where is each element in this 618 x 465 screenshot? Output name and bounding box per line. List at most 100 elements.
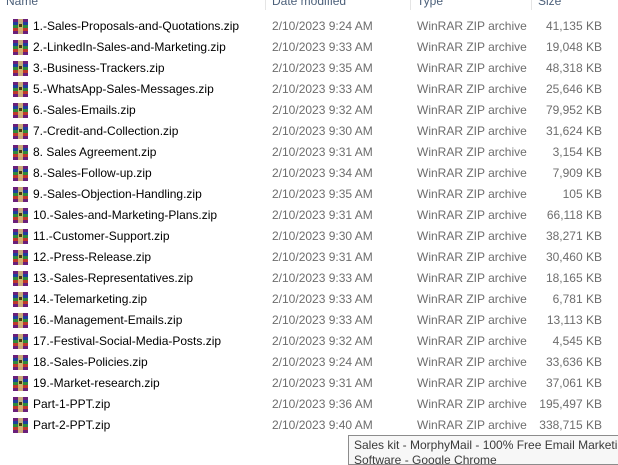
file-size: 6,781 KB (552, 292, 602, 306)
file-name: 10.-Sales-and-Marketing-Plans.zip (33, 208, 218, 222)
file-type: WinRAR ZIP archive (417, 82, 527, 96)
file-type: WinRAR ZIP archive (417, 124, 527, 138)
file-type: WinRAR ZIP archive (417, 397, 527, 411)
file-name: 8.-Sales-Follow-up.zip (33, 166, 152, 180)
file-date-modified: 2/10/2023 9:34 AM (272, 166, 373, 180)
file-name: Part-2-PPT.zip (33, 418, 111, 432)
file-size: 33,636 KB (545, 355, 602, 369)
file-name: 1.-Sales-Proposals-and-Quotations.zip (33, 19, 240, 33)
file-date-modified: 2/10/2023 9:40 AM (272, 418, 373, 432)
file-size: 4,545 KB (552, 334, 602, 348)
file-size: 79,952 KB (545, 103, 602, 117)
file-name: 11.-Customer-Support.zip (33, 229, 170, 243)
file-date-modified: 2/10/2023 9:31 AM (272, 250, 373, 264)
file-row[interactable]: 13.-Sales-Representatives.zip 2/10/2023 9… (0, 268, 618, 289)
column-header-bar: Name Date modified Type Size (0, 0, 618, 10)
file-size: 30,460 KB (545, 250, 602, 264)
column-header-size[interactable]: Size (531, 0, 618, 10)
file-size: 37,061 KB (545, 376, 602, 390)
file-date-modified: 2/10/2023 9:30 AM (272, 229, 373, 243)
file-date-modified: 2/10/2023 9:32 AM (272, 103, 373, 117)
file-date-modified: 2/10/2023 9:35 AM (272, 187, 373, 201)
winrar-archive-icon (12, 145, 29, 160)
winrar-archive-icon (12, 229, 29, 244)
file-type: WinRAR ZIP archive (417, 250, 527, 264)
file-name: 3.-Business-Trackers.zip (33, 61, 165, 75)
file-type: WinRAR ZIP archive (417, 208, 527, 222)
file-date-modified: 2/10/2023 9:36 AM (272, 397, 373, 411)
file-size: 38,271 KB (545, 229, 602, 243)
winrar-archive-icon (12, 313, 29, 328)
column-header-name[interactable]: Name (0, 0, 270, 10)
file-date-modified: 2/10/2023 9:33 AM (272, 292, 373, 306)
file-row[interactable]: Part-1-PPT.zip 2/10/2023 9:36 AM WinRAR ZI… (0, 394, 618, 415)
file-date-modified: 2/10/2023 9:30 AM (272, 124, 373, 138)
winrar-archive-icon (12, 250, 29, 265)
file-row[interactable]: 5.-WhatsApp-Sales-Messages.zip 2/10/2023 … (0, 79, 618, 100)
file-row[interactable]: 3.-Business-Trackers.zip 2/10/2023 9:35 A… (0, 58, 618, 79)
file-row[interactable]: 14.-Telemarketing.zip 2/10/2023 9:33 AM Wi… (0, 289, 618, 310)
file-row[interactable]: 11.-Customer-Support.zip 2/10/2023 9:30 A… (0, 226, 618, 247)
file-type: WinRAR ZIP archive (417, 313, 527, 327)
file-size: 48,318 KB (545, 61, 602, 75)
file-row[interactable]: 10.-Sales-and-Marketing-Plans.zip 2/10/20… (0, 205, 618, 226)
file-name: 8. Sales Agreement.zip (33, 145, 157, 159)
file-row[interactable]: 2.-LinkedIn-Sales-and-Marketing.zip 2/10/… (0, 37, 618, 58)
file-list: 1.-Sales-Proposals-and-Quotations.zip 2/1… (0, 16, 618, 436)
file-name: 17.-Festival-Social-Media-Posts.zip (33, 334, 222, 348)
file-row[interactable]: 17.-Festival-Social-Media-Posts.zip 2/10/… (0, 331, 618, 352)
file-name: 5.-WhatsApp-Sales-Messages.zip (33, 82, 214, 96)
file-row[interactable]: 6.-Sales-Emails.zip 2/10/2023 9:32 AM WinR… (0, 100, 618, 121)
file-date-modified: 2/10/2023 9:33 AM (272, 40, 373, 54)
file-size: 105 KB (562, 187, 602, 201)
file-name: 2.-LinkedIn-Sales-and-Marketing.zip (33, 40, 226, 54)
file-type: WinRAR ZIP archive (417, 145, 527, 159)
file-name: 9.-Sales-Objection-Handling.zip (33, 187, 202, 201)
winrar-archive-icon (12, 355, 29, 370)
file-row[interactable]: 8. Sales Agreement.zip 2/10/2023 9:31 AM W… (0, 142, 618, 163)
file-row[interactable]: 1.-Sales-Proposals-and-Quotations.zip 2/1… (0, 16, 618, 37)
file-row[interactable]: 12.-Press-Release.zip 2/10/2023 9:31 AM Wi… (0, 247, 618, 268)
file-date-modified: 2/10/2023 9:35 AM (272, 61, 373, 75)
file-row[interactable]: 18.-Sales-Policies.zip 2/10/2023 9:24 AM W… (0, 352, 618, 373)
file-size: 7,909 KB (552, 166, 602, 180)
file-date-modified: 2/10/2023 9:33 AM (272, 271, 373, 285)
file-row[interactable]: 9.-Sales-Objection-Handling.zip 2/10/2023… (0, 184, 618, 205)
file-type: WinRAR ZIP archive (417, 229, 527, 243)
winrar-archive-icon (12, 187, 29, 202)
file-row[interactable]: 8.-Sales-Follow-up.zip 2/10/2023 9:34 AM W… (0, 163, 618, 184)
file-size: 25,646 KB (545, 82, 602, 96)
file-date-modified: 2/10/2023 9:33 AM (272, 82, 373, 96)
file-size: 338,715 KB (539, 418, 602, 432)
file-size: 41,135 KB (545, 19, 602, 33)
winrar-archive-icon (12, 166, 29, 181)
taskbar-tooltip: Sales kit - MorphyMail - 100% Free Email… (348, 435, 618, 465)
file-type: WinRAR ZIP archive (417, 418, 527, 432)
file-size: 31,624 KB (545, 124, 602, 138)
file-row[interactable]: 7.-Credit-and-Collection.zip 2/10/2023 9:… (0, 121, 618, 142)
file-date-modified: 2/10/2023 9:31 AM (272, 208, 373, 222)
winrar-archive-icon (12, 397, 29, 412)
file-row[interactable]: 19.-Market-research.zip 2/10/2023 9:31 AM… (0, 373, 618, 394)
file-name: 6.-Sales-Emails.zip (33, 103, 136, 117)
winrar-archive-icon (12, 103, 29, 118)
column-header-type[interactable]: Type (410, 0, 537, 10)
file-date-modified: 2/10/2023 9:32 AM (272, 334, 373, 348)
winrar-archive-icon (12, 271, 29, 286)
file-type: WinRAR ZIP archive (417, 40, 527, 54)
file-size: 66,118 KB (546, 208, 602, 222)
file-row[interactable]: Part-2-PPT.zip 2/10/2023 9:40 AM WinRAR ZI… (0, 415, 618, 436)
file-name: 12.-Press-Release.zip (33, 250, 152, 264)
column-header-date-modified[interactable]: Date modified (265, 0, 416, 10)
file-size: 195,497 KB (539, 397, 602, 411)
tooltip-line-1: Sales kit - MorphyMail - 100% Free Email… (354, 438, 618, 452)
winrar-archive-icon (12, 376, 29, 391)
tooltip-line-2: Software - Google Chrome (354, 453, 497, 465)
winrar-archive-icon (12, 292, 29, 307)
file-type: WinRAR ZIP archive (417, 19, 527, 33)
file-row[interactable]: 16.-Management-Emails.zip 2/10/2023 9:33 … (0, 310, 618, 331)
file-date-modified: 2/10/2023 9:31 AM (272, 145, 373, 159)
winrar-archive-icon (12, 61, 29, 76)
file-type: WinRAR ZIP archive (417, 271, 527, 285)
file-date-modified: 2/10/2023 9:24 AM (272, 355, 373, 369)
